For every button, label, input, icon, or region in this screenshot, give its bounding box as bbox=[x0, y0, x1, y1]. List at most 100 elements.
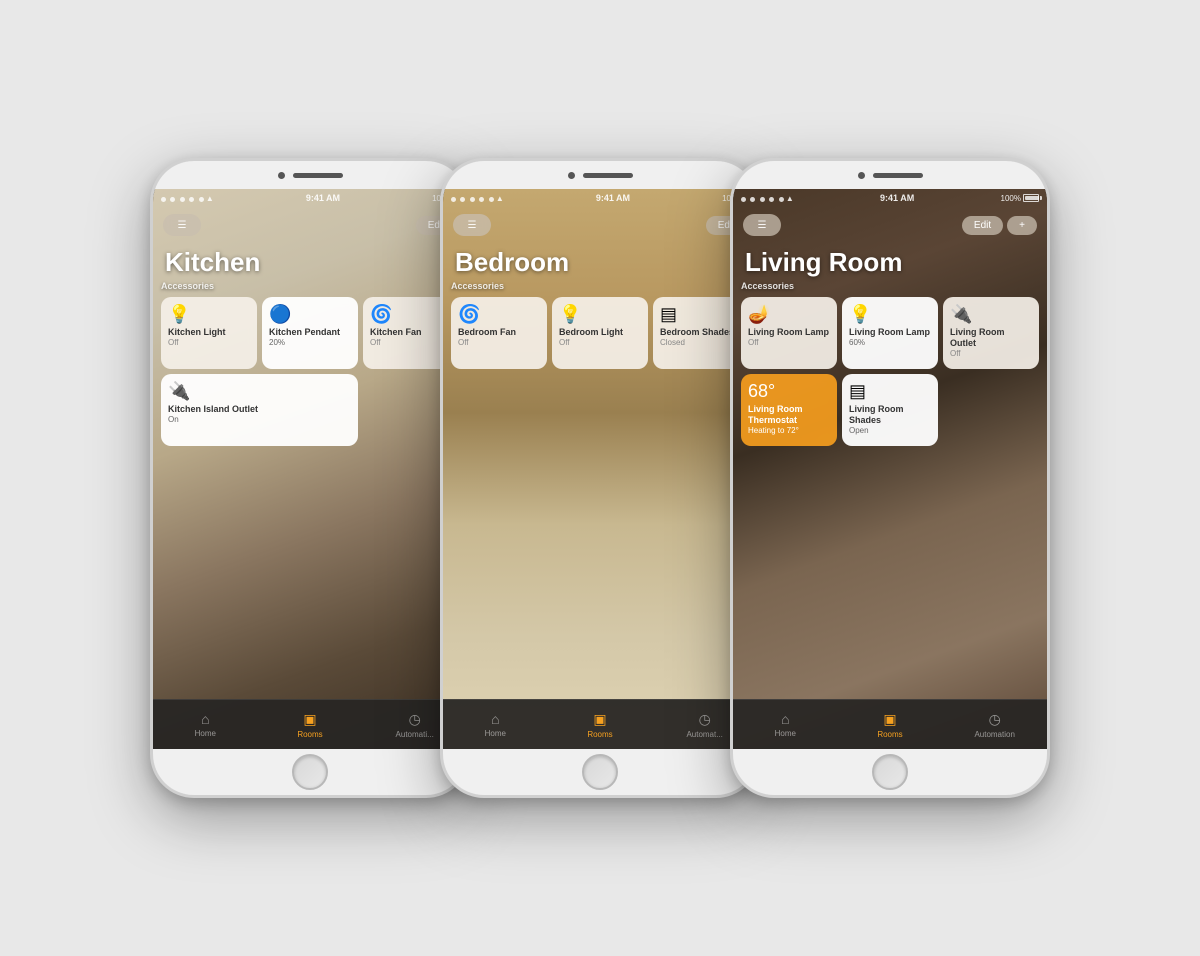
tile-lr-shades[interactable]: ▤ Living Room ShadesOpen bbox=[842, 374, 938, 446]
iphone-top-bar bbox=[153, 161, 467, 189]
tab-icon-rooms: ▣ bbox=[303, 711, 316, 728]
phones-container: ▲ 9:41 AM 10 ☰EditKitchenAccessories💡Kit… bbox=[130, 118, 1070, 838]
add-button[interactable]: + bbox=[1007, 216, 1037, 235]
tab-icon-home: ⌂ bbox=[201, 711, 209, 727]
tile-status-lr-lamp-off: Off bbox=[748, 338, 759, 348]
toolbar: ☰Edit bbox=[443, 207, 757, 243]
tile-icon-lr-shades: ▤ bbox=[849, 382, 866, 400]
speaker-grille bbox=[293, 173, 343, 178]
tile-status-lr-shades: Open bbox=[849, 426, 869, 436]
tile-icon-lr-outlet: 🔌 bbox=[950, 305, 972, 323]
tab-home[interactable]: ⌂Home bbox=[733, 711, 838, 738]
menu-button[interactable]: ☰ bbox=[743, 214, 781, 236]
screen-livingroom: ▲ 9:41 AM 100% ☰ Edit + Living Room Accessor… bbox=[733, 189, 1047, 749]
tab-home[interactable]: ⌂Home bbox=[443, 711, 548, 738]
tab-icon-automation: ◷ bbox=[409, 711, 421, 728]
tile-name-kitchen-outlet: Kitchen Island Outlet bbox=[168, 404, 258, 415]
tab-home[interactable]: ⌂ Home bbox=[153, 711, 258, 738]
tab-icon-rooms: ▣ bbox=[883, 711, 896, 728]
accessories-label: Accessories bbox=[161, 281, 459, 291]
tile-name-lr-thermostat: Living Room Thermostat bbox=[748, 404, 830, 426]
tab-label-automation: Automati... bbox=[396, 730, 434, 739]
tab-bar: ⌂Home▣Rooms ◷ Automation bbox=[733, 699, 1047, 749]
tab-label-home: Home bbox=[195, 729, 216, 738]
tab-rooms[interactable]: ▣Rooms bbox=[838, 711, 943, 739]
signal-dots bbox=[161, 189, 204, 207]
battery-fill bbox=[1025, 196, 1039, 200]
menu-button[interactable]: ☰ bbox=[163, 214, 201, 236]
accessories-section: Accessories🪔Living Room LampOff💡Living R… bbox=[733, 281, 1047, 446]
tile-icon-lr-thermostat: 68° bbox=[748, 382, 775, 400]
tile-icon-bedroom-shades: ▤ bbox=[660, 305, 677, 323]
menu-button[interactable]: ☰ bbox=[453, 214, 491, 236]
tile-lr-lamp-off[interactable]: 🪔Living Room LampOff bbox=[741, 297, 837, 369]
tile-icon-bedroom-light: 💡 bbox=[559, 305, 581, 323]
tab-rooms[interactable]: ▣Rooms bbox=[548, 711, 653, 739]
tile-bedroom-light[interactable]: 💡Bedroom LightOff bbox=[552, 297, 648, 369]
dot5 bbox=[489, 197, 494, 202]
tile-status-bedroom-fan: Off bbox=[458, 338, 469, 348]
home-button-area bbox=[153, 749, 467, 795]
tab-label-automation: Automation bbox=[974, 730, 1014, 739]
plus-icon: + bbox=[1019, 220, 1025, 231]
tile-bedroom-fan[interactable]: 🌀Bedroom FanOff bbox=[451, 297, 547, 369]
tile-kitchen-pendant[interactable]: 🔵Kitchen Pendant20% bbox=[262, 297, 358, 369]
home-button[interactable] bbox=[872, 754, 908, 790]
accessories-label: Accessories bbox=[451, 281, 749, 291]
camera-dot bbox=[278, 172, 285, 179]
tile-name-kitchen-fan: Kitchen Fan bbox=[370, 327, 422, 338]
iphone-top-bar bbox=[443, 161, 757, 189]
list-icon: ☰ bbox=[175, 218, 189, 232]
dot1 bbox=[741, 197, 746, 202]
accessories-label: Accessories bbox=[741, 281, 1039, 291]
tab-label-rooms: Rooms bbox=[587, 730, 612, 739]
signal-dots bbox=[451, 189, 494, 207]
edit-button[interactable]: Edit bbox=[962, 216, 1003, 235]
tile-icon-lr-lamp-off: 🪔 bbox=[748, 305, 770, 323]
accessories-grid: 💡Kitchen LightOff🔵Kitchen Pendant20%🌀Kit… bbox=[161, 297, 459, 446]
home-button[interactable] bbox=[582, 754, 618, 790]
wifi-icon: ▲ bbox=[786, 194, 794, 203]
room-title: Bedroom bbox=[455, 247, 569, 278]
tab-bar: ⌂Home▣Rooms◷Automat... bbox=[443, 699, 757, 749]
room-title: Living Room bbox=[745, 247, 902, 278]
dot3 bbox=[470, 197, 475, 202]
tile-status-lr-outlet: Off bbox=[950, 349, 961, 359]
dot5 bbox=[199, 197, 204, 202]
tile-icon-bedroom-fan: 🌀 bbox=[458, 305, 480, 323]
status-left: ▲ bbox=[161, 189, 214, 207]
tab-icon-automation: ◷ bbox=[699, 711, 711, 728]
wifi-icon: ▲ bbox=[206, 194, 214, 203]
home-button-area bbox=[733, 749, 1047, 795]
list-icon: ☰ bbox=[465, 218, 479, 232]
tab-icon-automation: ◷ bbox=[989, 711, 1001, 728]
tile-name-lr-outlet: Living Room Outlet bbox=[950, 327, 1032, 349]
tile-icon-lr-lamp-on: 💡 bbox=[849, 305, 871, 323]
screen-bedroom: ▲ 9:41 AM 10 ☰Edit Bedroom Accessories 🌀Bed… bbox=[443, 189, 757, 749]
dot3 bbox=[760, 197, 765, 202]
tile-lr-lamp-on[interactable]: 💡Living Room Lamp60% bbox=[842, 297, 938, 369]
tile-icon-kitchen-light: 💡 bbox=[168, 305, 190, 323]
tile-status-bedroom-shades: Closed bbox=[660, 338, 685, 348]
tile-kitchen-light[interactable]: 💡Kitchen LightOff bbox=[161, 297, 257, 369]
tab-automation[interactable]: ◷ Automation bbox=[942, 711, 1047, 739]
tile-name-lr-shades: Living Room Shades bbox=[849, 404, 931, 426]
dot5 bbox=[779, 197, 784, 202]
toolbar: ☰ Edit + bbox=[733, 207, 1047, 243]
speaker-grille bbox=[583, 173, 633, 178]
tile-status-kitchen-outlet: On bbox=[168, 415, 179, 425]
tile-name-kitchen-light: Kitchen Light bbox=[168, 327, 226, 338]
tile-lr-outlet[interactable]: 🔌 Living Room OutletOff bbox=[943, 297, 1039, 369]
tab-icon-home: ⌂ bbox=[781, 711, 789, 727]
dot2 bbox=[170, 197, 175, 202]
toolbar: ☰Edit bbox=[153, 207, 467, 243]
tile-lr-thermostat[interactable]: 68°Living Room ThermostatHeating to 72° bbox=[741, 374, 837, 446]
status-bar: ▲ 9:41 AM 10 bbox=[443, 189, 757, 207]
tile-icon-kitchen-fan: 🌀 bbox=[370, 305, 392, 323]
home-button[interactable] bbox=[292, 754, 328, 790]
tab-label-home: Home bbox=[485, 729, 506, 738]
dot4 bbox=[479, 197, 484, 202]
status-bar: ▲ 9:41 AM 100% bbox=[733, 189, 1047, 207]
tab-rooms[interactable]: ▣Rooms bbox=[258, 711, 363, 739]
tile-kitchen-outlet[interactable]: 🔌Kitchen Island OutletOn bbox=[161, 374, 358, 446]
